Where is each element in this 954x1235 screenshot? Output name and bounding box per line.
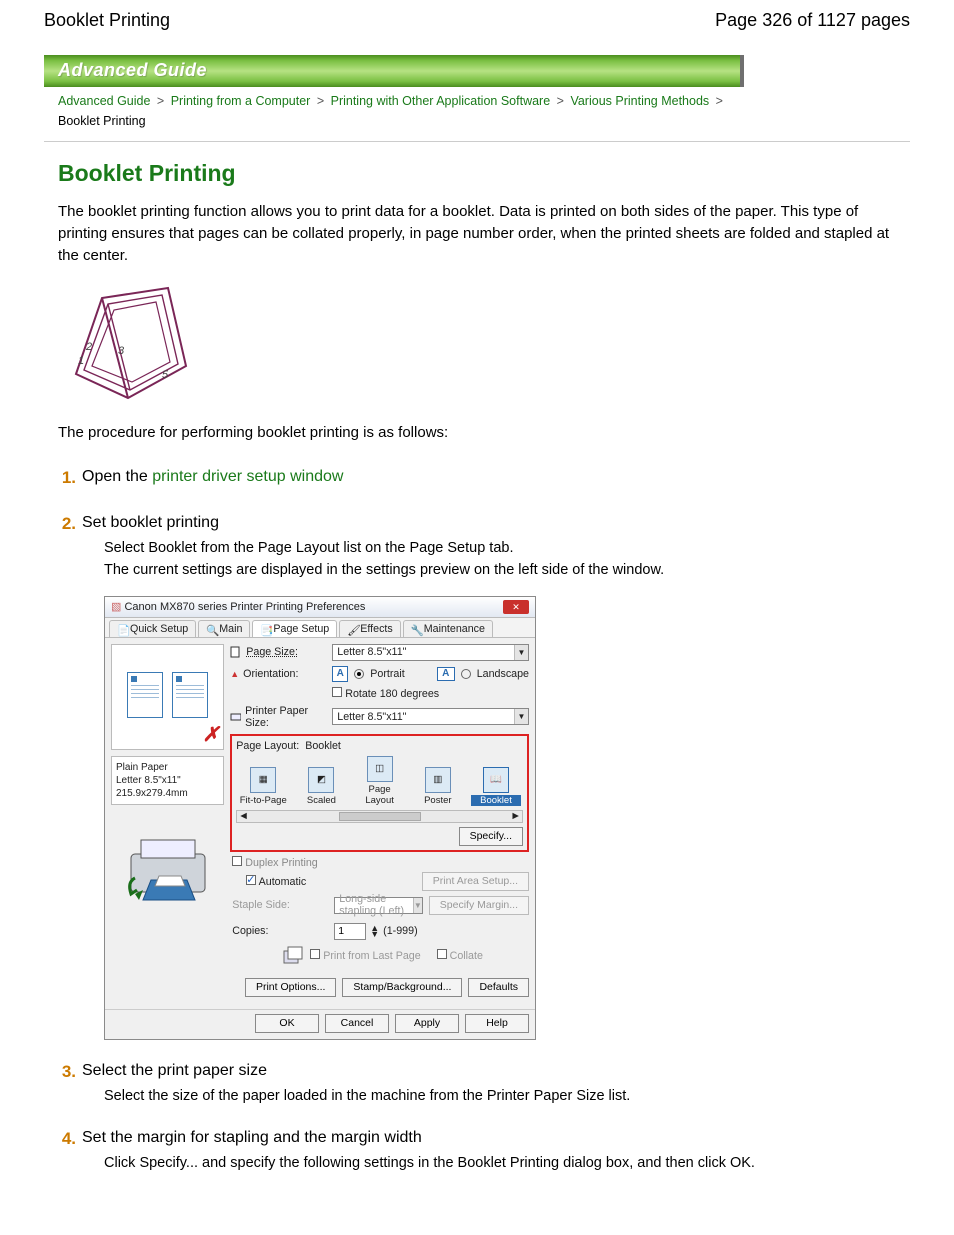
step-title: Select the print paper size: [82, 1062, 896, 1080]
breadcrumb-link[interactable]: Printing with Other Application Software: [331, 94, 551, 108]
page-title: Booklet Printing: [58, 160, 896, 187]
layout-scaled[interactable]: ◩Scaled: [296, 767, 346, 806]
printer-driver-link[interactable]: printer driver setup window: [152, 468, 343, 485]
breadcrumb-link[interactable]: Advanced Guide: [58, 94, 150, 108]
separator: [44, 141, 910, 142]
portrait-icon: A: [332, 666, 348, 682]
media-info: Plain Paper Letter 8.5"x11" 215.9x279.4m…: [111, 756, 224, 805]
intro-paragraph: The booklet printing function allows you…: [58, 201, 896, 266]
step-title: Open the printer driver setup window: [82, 468, 896, 486]
unfold-icon: ✗: [202, 722, 219, 747]
specify-button[interactable]: Specify...: [459, 827, 523, 846]
settings-preview: ✗: [111, 644, 224, 750]
print-area-setup-button[interactable]: Print Area Setup...: [422, 872, 529, 891]
staple-side-label: Staple Side:: [232, 899, 328, 911]
step-number: 2.: [58, 514, 82, 534]
tab-quick-setup[interactable]: 📄Quick Setup: [109, 620, 196, 637]
layout-scrollbar[interactable]: ◄►: [236, 810, 523, 823]
print-from-last-checkbox[interactable]: [310, 949, 320, 959]
chevron-down-icon: ▼: [514, 709, 528, 724]
step-text: Select Booklet from the Page Layout list…: [82, 538, 896, 582]
ok-button[interactable]: OK: [255, 1014, 319, 1033]
procedure-lead: The procedure for performing booklet pri…: [58, 422, 896, 444]
page-layout-label: Page Layout:: [236, 740, 299, 752]
specify-margin-button[interactable]: Specify Margin...: [429, 896, 529, 915]
landscape-icon: A: [437, 667, 455, 681]
close-icon[interactable]: ✕: [503, 600, 529, 614]
step-text: Select the size of the paper loaded in t…: [82, 1086, 896, 1108]
svg-text:5: 5: [162, 369, 169, 381]
doc-title: Booklet Printing: [44, 10, 170, 31]
layout-fit-to-page[interactable]: ▦Fit-to-Page: [238, 767, 288, 806]
copies-label: Copies:: [232, 925, 328, 937]
tab-effects[interactable]: 🖌Effects: [339, 620, 400, 637]
step-text: Click Specify... and specify the followi…: [82, 1153, 896, 1175]
page-indicator: Page 326 of 1127 pages: [715, 10, 910, 31]
staple-side-combo: Long-side stapling (Left)▼: [334, 897, 423, 914]
step-number: 3.: [58, 1062, 82, 1082]
copies-icon: [282, 945, 304, 967]
page-size-label: Page Size:: [246, 646, 298, 658]
page-layout-section: Page Layout: Booklet ▦Fit-to-Page ◩Scale…: [230, 734, 529, 852]
printer-paper-icon: [230, 711, 241, 723]
step-number: 4.: [58, 1129, 82, 1149]
duplex-checkbox[interactable]: [232, 856, 242, 866]
breadcrumb-separator: >: [154, 94, 171, 108]
spinner-icon[interactable]: ▲▼: [370, 925, 379, 937]
breadcrumb-separator: >: [713, 94, 726, 108]
printer-paper-size-combo[interactable]: Letter 8.5"x11"▼: [332, 708, 529, 725]
dialog-title: ▧ Canon MX870 series Printer Printing Pr…: [111, 600, 365, 613]
breadcrumb-link[interactable]: Printing from a Computer: [171, 94, 311, 108]
svg-text:3: 3: [118, 345, 125, 357]
printer-illustration: [111, 805, 224, 933]
page-size-combo[interactable]: Letter 8.5"x11"▼: [332, 644, 529, 661]
defaults-button[interactable]: Defaults: [468, 978, 529, 997]
step-number: 1.: [58, 468, 82, 488]
chevron-down-icon: ▼: [413, 898, 422, 913]
stamp-background-button[interactable]: Stamp/Background...: [342, 978, 462, 997]
svg-text:1: 1: [78, 355, 84, 367]
collate-checkbox[interactable]: [437, 949, 447, 959]
breadcrumb-separator: >: [554, 94, 571, 108]
breadcrumb-separator: >: [314, 94, 331, 108]
tab-page-setup[interactable]: 📑Page Setup: [252, 620, 337, 637]
layout-page-layout[interactable]: ◫Page Layout: [355, 756, 405, 806]
banner: Advanced Guide: [44, 55, 744, 87]
breadcrumb: Advanced Guide > Printing from a Compute…: [44, 87, 910, 139]
step-title: Set the margin for stapling and the marg…: [82, 1129, 896, 1147]
dialog-tabs: 📄Quick Setup 🔍Main 📑Page Setup 🖌Effects …: [105, 618, 535, 638]
radio-landscape[interactable]: [461, 669, 471, 679]
radio-portrait[interactable]: [354, 669, 364, 679]
svg-text:2: 2: [85, 341, 92, 353]
rotate-180-checkbox[interactable]: [332, 687, 342, 697]
cancel-button[interactable]: Cancel: [325, 1014, 389, 1033]
printer-preferences-dialog: ▧ Canon MX870 series Printer Printing Pr…: [104, 596, 536, 1040]
booklet-illustration: 1 2 3 5: [58, 278, 208, 408]
tab-main[interactable]: 🔍Main: [198, 620, 250, 637]
help-button[interactable]: Help: [465, 1014, 529, 1033]
tab-maintenance[interactable]: 🔧Maintenance: [403, 620, 493, 637]
apply-button[interactable]: Apply: [395, 1014, 459, 1033]
automatic-checkbox[interactable]: [246, 875, 256, 885]
layout-booklet[interactable]: 📖Booklet: [471, 767, 521, 806]
orientation-label: Orientation:: [243, 668, 298, 680]
page-size-icon: [230, 646, 242, 658]
breadcrumb-link[interactable]: Various Printing Methods: [570, 94, 709, 108]
copies-input[interactable]: [334, 923, 366, 940]
print-options-button[interactable]: Print Options...: [245, 978, 336, 997]
layout-poster[interactable]: ▥Poster: [413, 767, 463, 806]
breadcrumb-current: Booklet Printing: [58, 114, 146, 128]
chevron-down-icon: ▼: [514, 645, 528, 660]
step-title: Set booklet printing: [82, 514, 896, 532]
